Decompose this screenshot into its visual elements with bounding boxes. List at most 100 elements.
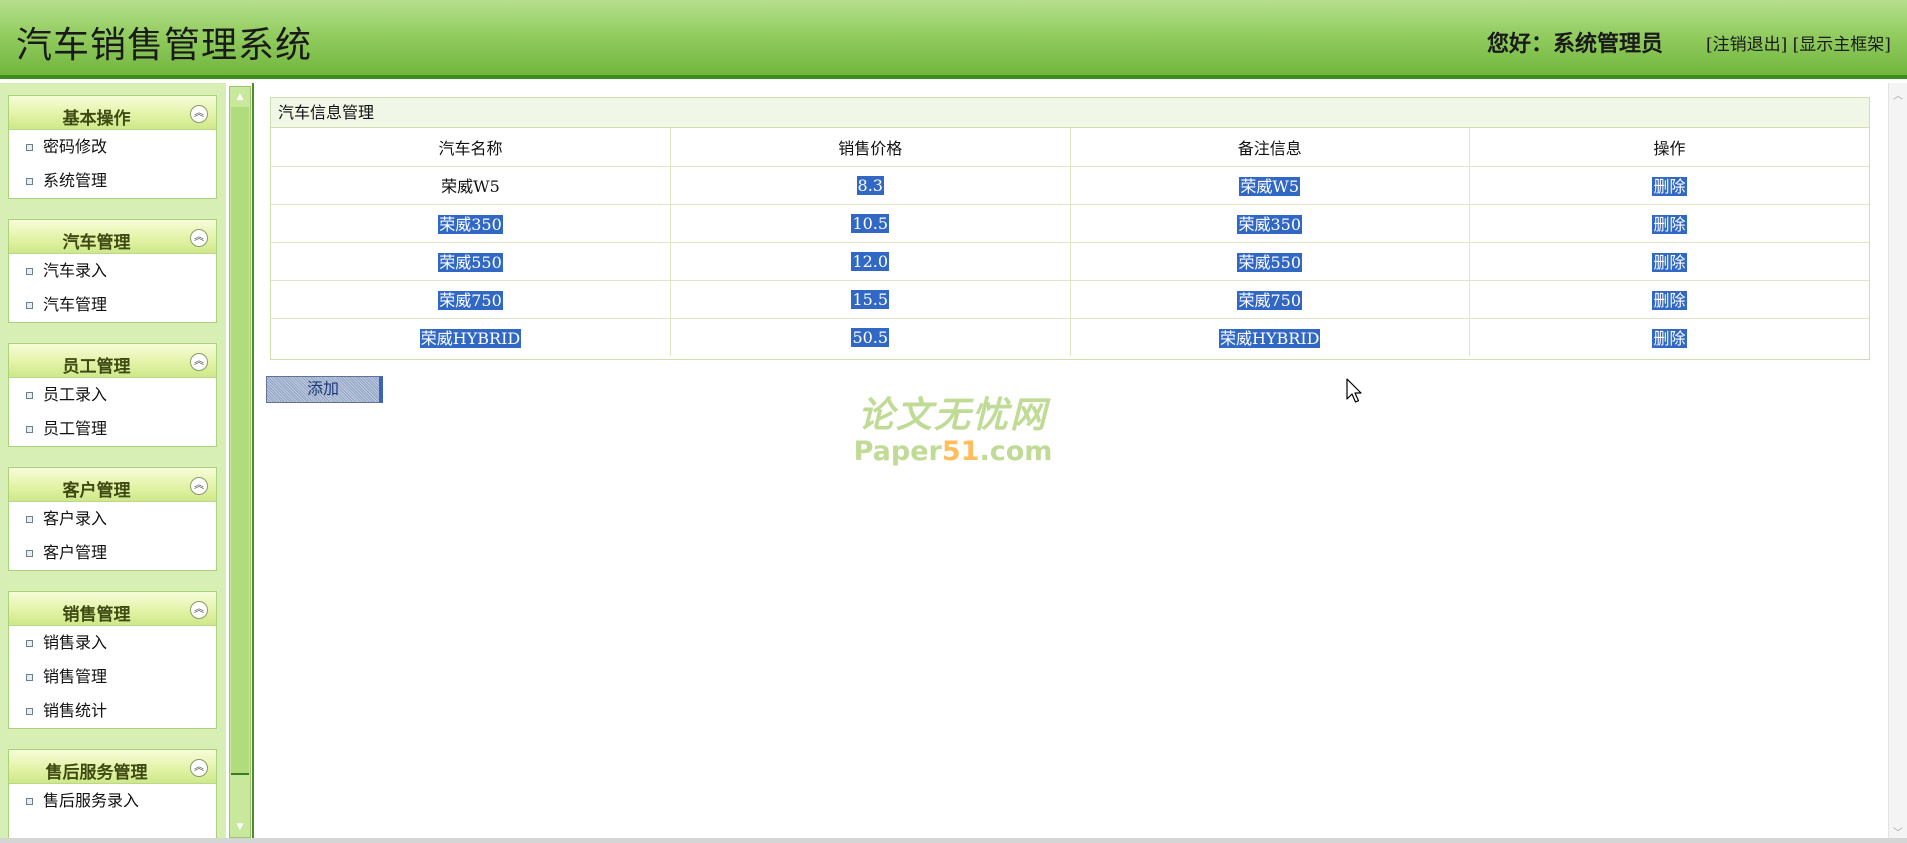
watermark-prefix: Paper: [853, 436, 942, 467]
cell-price: 10.5: [670, 204, 1071, 243]
sidebar-item-sales-manage[interactable]: 销售管理: [9, 660, 216, 694]
delete-link[interactable]: 删除: [1652, 253, 1687, 272]
table-row: 荣威350 10.5 荣威350 删除: [271, 204, 1869, 243]
mouse-cursor-icon: [1346, 378, 1362, 403]
menu-group-title: 销售管理: [62, 605, 131, 625]
cell-action: 删除: [1469, 280, 1869, 319]
sidebar-item-sales-stats[interactable]: 销售统计: [9, 694, 216, 728]
delete-link[interactable]: 删除: [1652, 329, 1687, 349]
sidebar-scrollbar[interactable]: ▲ ▼: [229, 86, 251, 838]
collapse-icon[interactable]: ︽: [190, 353, 208, 371]
car-price: 10.5: [851, 213, 890, 233]
car-note: 荣威750: [1237, 291, 1303, 310]
collapse-icon[interactable]: ︽: [190, 105, 208, 123]
sidebar-item-label: 系统管理: [43, 171, 108, 190]
scroll-down-icon[interactable]: ▼: [234, 821, 246, 833]
delete-link[interactable]: 删除: [1652, 291, 1687, 310]
bullet-icon: [26, 302, 33, 309]
cell-name: 荣威350: [271, 204, 671, 243]
menu-group-header[interactable]: 客户管理 ︽: [9, 468, 216, 502]
show-main-frame-link[interactable]: [显示主框架]: [1793, 35, 1891, 55]
scroll-up-icon[interactable]: ︿: [1893, 87, 1903, 102]
bullet-icon: [26, 550, 33, 557]
menu-group-basic: 基本操作 ︽ 密码修改 系统管理: [8, 95, 217, 199]
frame-divider: [252, 83, 254, 843]
menu-group-header[interactable]: 汽车管理 ︽: [9, 220, 216, 254]
watermark-cn: 论文无忧网: [857, 395, 1048, 436]
sidebar-item-customer-entry[interactable]: 客户录入: [9, 502, 216, 536]
add-car-button[interactable]: 添加: [266, 376, 383, 403]
column-header-price: 销售价格: [670, 128, 1071, 167]
sidebar-item-car-entry[interactable]: 汽车录入: [9, 254, 216, 288]
cell-name: 荣威750: [271, 280, 671, 319]
bullet-icon: [26, 144, 33, 151]
sidebar-item-staff-manage[interactable]: 员工管理: [9, 412, 216, 446]
sidebar-item-label: 售后服务录入: [43, 791, 140, 810]
page-scrollbar[interactable]: ︿ ﹀: [1888, 83, 1907, 843]
header-links: [注销退出] [显示主框架]: [1706, 30, 1891, 55]
cell-price: 15.5: [670, 280, 1071, 319]
car-name: 荣威W5: [441, 177, 500, 196]
car-note: 荣威W5: [1239, 177, 1301, 196]
logout-link[interactable]: [注销退出]: [1706, 35, 1787, 55]
car-price: 50.5: [851, 327, 890, 347]
bullet-icon: [26, 798, 33, 805]
delete-link[interactable]: 删除: [1652, 215, 1687, 234]
cell-note: 荣威550: [1070, 242, 1470, 281]
car-price: 12.0: [851, 251, 890, 271]
collapse-icon[interactable]: ︽: [190, 601, 208, 619]
cell-name: 荣威W5: [271, 166, 671, 205]
cell-action: 删除: [1469, 242, 1869, 281]
menu-group-sales: 销售管理 ︽ 销售录入 销售管理 销售统计: [8, 591, 217, 729]
collapse-icon[interactable]: ︽: [190, 477, 208, 495]
menu-group-header[interactable]: 售后服务管理 ︽: [9, 750, 216, 784]
sidebar-item-label: 客户管理: [43, 543, 108, 562]
cell-price: 12.0: [670, 242, 1071, 281]
cell-action: 删除: [1469, 204, 1869, 243]
sidebar-item-label: 员工管理: [43, 419, 108, 438]
sidebar-item-label: 销售录入: [43, 633, 108, 652]
menu-group-header[interactable]: 基本操作 ︽: [9, 96, 216, 130]
scroll-down-icon[interactable]: ﹀: [1893, 824, 1903, 839]
scrollbar-thumb[interactable]: [231, 107, 249, 775]
sidebar-item-staff-entry[interactable]: 员工录入: [9, 378, 216, 412]
sidebar-item-car-manage[interactable]: 汽车管理: [9, 288, 216, 322]
menu-group-header[interactable]: 销售管理 ︽: [9, 592, 216, 626]
sidebar-item-customer-manage[interactable]: 客户管理: [9, 536, 216, 570]
table-row: 荣威550 12.0 荣威550 删除: [271, 242, 1869, 281]
menu-group-customers: 客户管理 ︽ 客户录入 客户管理: [8, 467, 217, 571]
sidebar: 基本操作 ︽ 密码修改 系统管理 汽车管理 ︽ 汽车录入 汽车管理 员工管理 ︽…: [0, 83, 226, 843]
cell-price: 50.5: [670, 318, 1071, 356]
car-note: 荣威550: [1237, 253, 1303, 272]
sidebar-item-label: 密码修改: [43, 137, 108, 156]
cell-action: 删除: [1470, 318, 1870, 356]
menu-group-header[interactable]: 员工管理 ︽: [9, 344, 216, 378]
car-note: 荣威350: [1237, 215, 1303, 234]
menu-group-cars: 汽车管理 ︽ 汽车录入 汽车管理: [8, 219, 217, 323]
sidebar-item-after-sales-entry[interactable]: 售后服务录入: [9, 784, 216, 818]
delete-link[interactable]: 删除: [1652, 177, 1687, 196]
collapse-icon[interactable]: ︽: [190, 229, 208, 247]
app-header: 汽车销售管理系统 您好：系统管理员 [注销退出] [显示主框架]: [0, 0, 1907, 79]
bullet-icon: [26, 178, 33, 185]
cell-note: 荣威HYBRID: [1070, 318, 1470, 356]
bottom-border: [0, 838, 1907, 843]
sidebar-item-system[interactable]: 系统管理: [9, 164, 216, 198]
cell-note: 荣威W5: [1070, 166, 1470, 205]
cell-action: 删除: [1469, 166, 1869, 205]
watermark-en: Paper51.com: [848, 436, 1058, 467]
bullet-icon: [26, 640, 33, 647]
table-row: 荣威750 15.5 荣威750 删除: [271, 280, 1869, 319]
column-header-action: 操作: [1469, 128, 1869, 167]
bullet-icon: [26, 392, 33, 399]
car-price: 15.5: [851, 289, 890, 309]
scroll-up-icon[interactable]: ▲: [234, 91, 246, 103]
car-info-panel: 汽车信息管理 汽车名称 销售价格 备注信息 操作 荣威W5 8.3 荣威W5 删…: [270, 97, 1870, 360]
car-note: 荣威HYBRID: [1219, 329, 1321, 349]
sidebar-item-password[interactable]: 密码修改: [9, 130, 216, 164]
sidebar-item-label: 销售统计: [43, 701, 108, 720]
watermark-accent: 51: [941, 436, 980, 467]
sidebar-item-sales-entry[interactable]: 销售录入: [9, 626, 216, 660]
collapse-icon[interactable]: ︽: [190, 759, 208, 777]
sidebar-item-label: 销售管理: [43, 667, 108, 686]
